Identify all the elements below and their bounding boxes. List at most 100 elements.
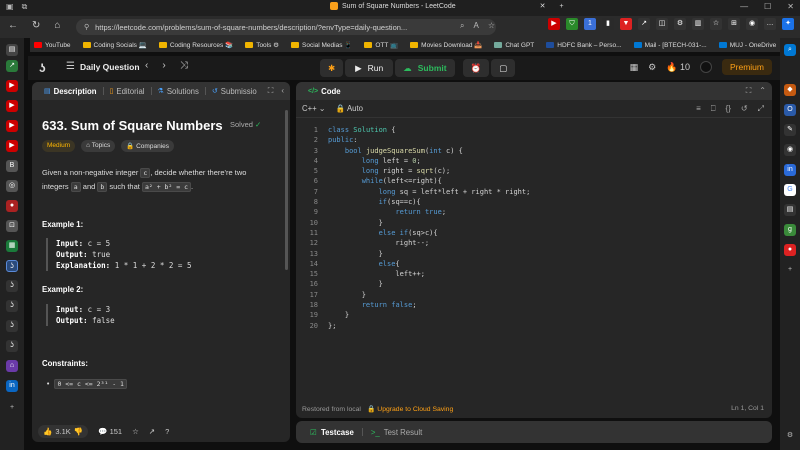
google-icon[interactable]: G bbox=[784, 184, 796, 196]
notes-icon[interactable]: ≡ bbox=[696, 104, 701, 114]
sidebar-app-icon[interactable]: ● bbox=[784, 244, 796, 256]
topics-chip[interactable]: ⌂ Topics bbox=[81, 140, 116, 152]
autocomplete-mode[interactable]: 🔒 Auto bbox=[335, 104, 363, 113]
home-icon[interactable]: ⌂ bbox=[54, 20, 60, 31]
leetcode-tab-icon[interactable]: ʖ bbox=[6, 340, 18, 352]
tab-testcase[interactable]: ☑ Testcase bbox=[302, 428, 362, 437]
bookmark-mail[interactable]: Mail - [BTECH-031-... bbox=[633, 42, 707, 49]
profile-icon[interactable]: ◉ bbox=[746, 18, 758, 30]
sidebar-tab-icon[interactable]: ↗ bbox=[6, 60, 18, 72]
youtube-tab-icon[interactable]: ▶ bbox=[6, 100, 18, 112]
sidebar-add-icon[interactable]: + bbox=[784, 264, 796, 276]
tab-editorial[interactable]: ▯ Editorial bbox=[104, 87, 151, 96]
bookmark-tools[interactable]: Tools ⚙ bbox=[245, 41, 279, 49]
code-editor[interactable]: 1 2 3 4 5 6 7 8 9 10 11 12 13 14 15 16 1… bbox=[296, 122, 772, 392]
prev-problem-icon[interactable]: ‹ bbox=[145, 60, 148, 71]
streak-counter[interactable]: 🔥 10 bbox=[666, 62, 690, 73]
thumbs-up-icon[interactable]: 👍 bbox=[43, 427, 52, 436]
collapse-left-icon[interactable]: ‹ bbox=[281, 86, 284, 96]
sidebar-search-icon[interactable]: ⌕ bbox=[784, 44, 796, 56]
search-icon[interactable]: ⌕ bbox=[460, 21, 464, 31]
sidebar-tab-icon[interactable]: ● bbox=[6, 200, 18, 212]
companies-chip[interactable]: 🔒 Companies bbox=[121, 140, 174, 152]
extension-icon[interactable]: ◫ bbox=[656, 18, 668, 30]
extension-icon[interactable]: 1 bbox=[584, 18, 596, 30]
workspaces-icon[interactable]: ▣ bbox=[6, 2, 14, 12]
thumbs-down-icon[interactable]: 👎 bbox=[74, 427, 83, 436]
minimize-button[interactable]: — bbox=[740, 2, 748, 11]
office-icon[interactable]: ◆ bbox=[784, 84, 796, 96]
daily-question-label[interactable]: Daily Question bbox=[80, 62, 140, 72]
bookmark-coding-socials[interactable]: Coding Socials 💻 bbox=[82, 41, 147, 49]
description-scrollbar[interactable] bbox=[285, 110, 288, 270]
youtube-tab-icon[interactable]: ▶ bbox=[6, 140, 18, 152]
help-icon[interactable]: ? bbox=[165, 427, 169, 436]
extension-icon[interactable]: ↗ bbox=[638, 18, 650, 30]
github-icon[interactable]: ◉ bbox=[784, 144, 796, 156]
maximize-button[interactable]: ☐ bbox=[764, 2, 771, 11]
close-window-button[interactable]: ✕ bbox=[787, 2, 794, 11]
outlook-icon[interactable]: O bbox=[784, 104, 796, 116]
leetcode-tab-icon[interactable]: ʖ bbox=[6, 300, 18, 312]
bookmark-hdfc[interactable]: HDFC Bank – Perso... bbox=[546, 42, 622, 49]
sheets-tab-icon[interactable]: ▦ bbox=[6, 240, 18, 252]
adblock-shield-icon[interactable]: ⛉ bbox=[566, 18, 578, 30]
sidebar-app-icon[interactable]: ▤ bbox=[784, 204, 796, 216]
leetcode-logo-icon[interactable]: ʖ bbox=[39, 61, 53, 75]
leetcode-tab-icon[interactable]: ʖ bbox=[6, 320, 18, 332]
premium-button[interactable]: Premium bbox=[721, 59, 772, 75]
sidebar-tab-icon[interactable]: ⌂ bbox=[6, 360, 18, 372]
submit-button[interactable]: ☁ Submit bbox=[395, 59, 455, 77]
favorite-star-icon[interactable]: ☆ bbox=[488, 21, 495, 31]
layout-icon[interactable]: ▦ bbox=[630, 62, 639, 73]
leetcode-tab-icon[interactable]: ʖ bbox=[6, 280, 18, 292]
favorites-icon[interactable]: ☆ bbox=[710, 18, 722, 30]
refresh-icon[interactable]: ↻ bbox=[32, 20, 40, 31]
tab-close-icon[interactable]: ✕ bbox=[540, 2, 546, 10]
debug-button[interactable]: ✱ bbox=[320, 59, 344, 77]
fullscreen-icon[interactable]: ⤢ bbox=[758, 104, 764, 114]
tab-actions-icon[interactable]: ⧉ bbox=[22, 2, 28, 12]
bookmark-social-medias[interactable]: Social Medias 📱 bbox=[291, 41, 352, 49]
active-tab[interactable]: Sum of Square Numbers - LeetCode ✕ + bbox=[330, 2, 564, 10]
maximize-icon[interactable]: ⛶ bbox=[746, 86, 752, 96]
tab-description[interactable]: ▤ Description bbox=[38, 87, 103, 96]
sidebar-app-icon[interactable]: ✎ bbox=[784, 124, 796, 136]
sidebar-app-icon[interactable]: g bbox=[784, 224, 796, 236]
sidebar-toggle-icon[interactable]: ▤ bbox=[6, 44, 18, 56]
share-icon[interactable]: ↗ bbox=[149, 427, 155, 436]
language-select[interactable]: C++ ⌄ bbox=[302, 104, 325, 113]
maximize-icon[interactable]: ⛶ bbox=[268, 86, 274, 96]
bookmark-movies-download[interactable]: Movies Download 📥 bbox=[410, 41, 482, 49]
linkedin-tab-icon[interactable]: in bbox=[6, 380, 18, 392]
settings-gear-icon[interactable]: ⚙ bbox=[648, 62, 656, 73]
problem-list-icon[interactable]: ☰ bbox=[66, 61, 75, 72]
tab-test-result[interactable]: >_ Test Result bbox=[363, 428, 430, 437]
sidebar-app-icon[interactable]: in bbox=[784, 164, 796, 176]
sidebar-settings-icon[interactable]: ⚙ bbox=[784, 430, 796, 442]
tab-submissions[interactable]: ↺ Submissio bbox=[206, 87, 263, 96]
upgrade-link[interactable]: 🔒 Upgrade to Cloud Saving bbox=[367, 405, 453, 413]
read-aloud-icon[interactable]: A bbox=[473, 21, 478, 31]
back-arrow-icon[interactable]: ← bbox=[8, 20, 18, 31]
sidebar-tab-icon[interactable]: ⊡ bbox=[6, 220, 18, 232]
youtube-tab-icon[interactable]: ▶ bbox=[6, 120, 18, 132]
run-button[interactable]: ▶ Run bbox=[345, 59, 394, 77]
bookmark-coding-resources[interactable]: Coding Resources 📚 bbox=[158, 41, 233, 49]
url-field[interactable]: ⚲ https://leetcode.com/problems/sum-of-s… bbox=[76, 19, 496, 35]
sidebar-tab-icon[interactable]: ◎ bbox=[6, 180, 18, 192]
bookmark-icon[interactable]: ⎕ bbox=[711, 104, 716, 114]
bookmark-youtube[interactable]: YouTube bbox=[34, 42, 71, 49]
random-problem-icon[interactable]: ⤨ bbox=[180, 60, 188, 71]
avatar[interactable] bbox=[699, 61, 712, 73]
reset-icon[interactable]: ↺ bbox=[741, 104, 748, 114]
bookmark-chat-gpt[interactable]: Chat GPT bbox=[494, 42, 534, 49]
next-problem-icon[interactable]: › bbox=[162, 60, 165, 71]
timer-button[interactable]: ⏰ bbox=[462, 59, 490, 77]
youtube-tab-icon[interactable]: ▶ bbox=[6, 80, 18, 92]
comments-button[interactable]: 💬 151 bbox=[98, 427, 122, 436]
more-menu-icon[interactable]: … bbox=[764, 18, 776, 30]
new-tab-icon[interactable]: + bbox=[560, 3, 564, 10]
new-tab-plus-icon[interactable]: + bbox=[6, 402, 18, 414]
star-icon[interactable]: ☆ bbox=[132, 427, 139, 436]
